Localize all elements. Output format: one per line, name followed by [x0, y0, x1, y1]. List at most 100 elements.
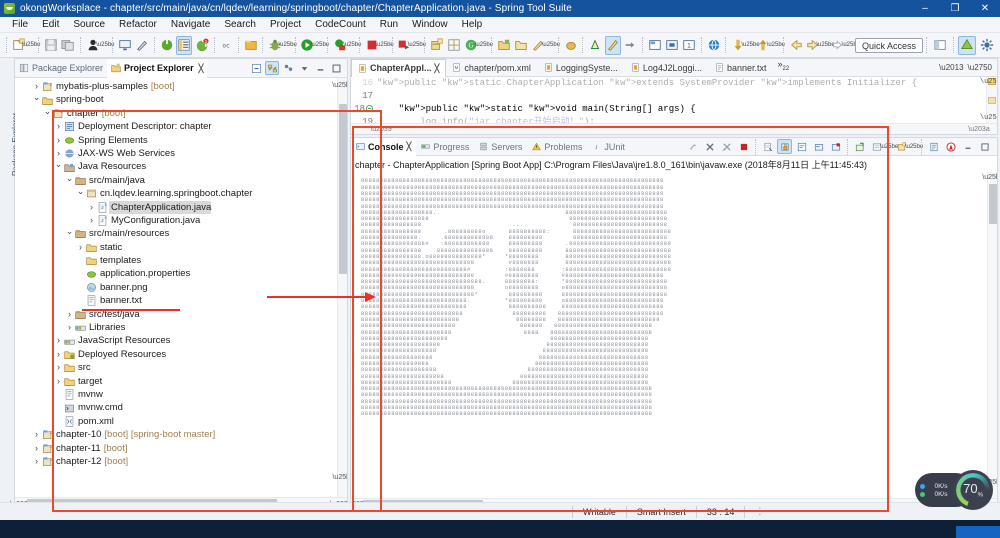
fold-toggle-icon[interactable] — [366, 105, 373, 112]
tree-item-spring-elements[interactable]: › Spring Elements — [15, 134, 347, 147]
twisty-collapsed-icon[interactable]: › — [54, 361, 63, 374]
tree-item-banner-png[interactable]: banner.png — [15, 281, 347, 294]
external-tools-icon[interactable] — [243, 36, 258, 55]
menu-item-help[interactable]: Help — [455, 17, 490, 33]
show-console-on-output-icon[interactable] — [811, 139, 826, 154]
oc-icon[interactable]: oc — [219, 36, 234, 55]
tab-console[interactable]: Console ╳ — [351, 138, 417, 156]
remove-launch-icon[interactable] — [702, 139, 717, 154]
menu-item-refactor[interactable]: Refactor — [112, 17, 164, 33]
editor-tab-loggingsystem[interactable]: LoggingSyste... — [538, 59, 625, 77]
open-folder-icon[interactable] — [496, 36, 511, 55]
menu-item-run[interactable]: Run — [373, 17, 405, 33]
tree-item-deployment-descriptor-chapter[interactable]: › Deployment Descriptor: chapter — [15, 120, 347, 133]
tree-item-libraries[interactable]: › Libraries — [15, 321, 347, 334]
new-package-icon[interactable] — [446, 36, 461, 55]
close-icon[interactable]: ╳ — [435, 64, 440, 73]
open-resource-icon[interactable] — [513, 36, 528, 55]
tree-item-static[interactable]: › static — [15, 241, 347, 254]
scroll-down-icon[interactable]: \u25bc — [980, 113, 997, 123]
tree-item-cn-lqdev-learning-springboot-chapter[interactable]: ⌄ cn.lqdev.learning.springboot.chapter — [15, 186, 347, 200]
editor-tab-log4j2logging[interactable]: Log4J2Loggi... — [625, 59, 709, 77]
scrollbar-thumb[interactable] — [989, 184, 997, 224]
tree-item-application-properties[interactable]: application.properties — [15, 267, 347, 280]
tree-item-chapter[interactable]: ⌄ Jchapter [boot] — [15, 106, 347, 120]
tree-item-src-test-java[interactable]: › src/test/java — [15, 308, 347, 321]
terminate-icon[interactable] — [736, 139, 751, 154]
maximize-icon[interactable]: \u2750 — [968, 63, 992, 72]
tree-item-pom-xml[interactable]: pom.xml — [15, 415, 347, 428]
tab-package-explorer[interactable]: Package Explorer — [15, 59, 107, 78]
next-annotation-icon[interactable] — [587, 36, 602, 55]
tree-item-mvnw[interactable]: mvnw — [15, 388, 347, 401]
link-with-editor-icon[interactable] — [265, 61, 279, 75]
editor-tab-overflow[interactable]: »22 — [774, 59, 794, 72]
scroll-left-icon[interactable]: \u2039 — [370, 124, 391, 135]
run-history-arrow[interactable]: \u25be — [311, 36, 329, 55]
twisty-collapsed-icon[interactable]: › — [54, 348, 63, 361]
network-monitor-widget[interactable]: 0K/s 0K/s 70% — [915, 470, 993, 510]
maximize-icon[interactable] — [329, 61, 343, 75]
last-edit-location-icon[interactable] — [604, 35, 621, 55]
previous-annotation-icon[interactable] — [623, 36, 638, 55]
tree-item-chapterapplication-java[interactable]: › J 5 ChapterApplication.java — [15, 200, 347, 214]
new-class-arrow[interactable]: \u25be — [475, 36, 493, 55]
new-java-project-icon[interactable] — [429, 36, 444, 55]
open-console-icon[interactable] — [852, 139, 867, 154]
tab-junit[interactable]: J JUnit — [587, 138, 630, 156]
twisty-expanded-icon[interactable]: ⌄ — [54, 158, 63, 171]
stop-dropdown-arrow[interactable]: \u25be — [375, 36, 393, 55]
editor-tab-pom-xml[interactable]: M chapter/pom.xml — [446, 59, 538, 77]
tree-item-templates[interactable]: templates — [15, 254, 347, 267]
menu-item-file[interactable]: File — [5, 17, 35, 33]
twisty-collapsed-icon[interactable]: › — [54, 375, 63, 388]
twisty-collapsed-icon[interactable]: › — [65, 321, 74, 334]
tree-item-src-main-java[interactable]: ⌄ src/main/java — [15, 172, 347, 187]
toggle-breadcrumb-icon[interactable] — [647, 36, 662, 55]
code-editor[interactable]: 16 17 18 19 "kw">public "kw">static Chapter… — [351, 77, 997, 123]
view-menu-icon[interactable] — [297, 61, 311, 75]
editor-horizontal-scrollbar[interactable]: \u2039 \u203a — [351, 123, 997, 134]
tree-item-javascript-resources[interactable]: › JavaScript Resources — [15, 334, 347, 347]
new-console-dropdown-arrow[interactable]: \u25be — [905, 138, 923, 156]
console-output[interactable]: 8888888888888888888888888888888888888888… — [351, 172, 997, 498]
save-all-icon[interactable] — [61, 36, 76, 55]
menu-item-project[interactable]: Project — [263, 17, 308, 33]
twisty-collapsed-icon[interactable]: › — [54, 334, 63, 347]
minimize-button[interactable]: – — [910, 0, 940, 17]
twisty-collapsed-icon[interactable]: › — [32, 442, 41, 455]
tree-item-mybatis-plus-samples[interactable]: › Jmybatis-plus-samples [boot] — [15, 80, 347, 93]
tab-progress[interactable]: Progress — [416, 138, 474, 156]
forward-dropdown-arrow[interactable]: \u25be — [816, 36, 834, 55]
download-dropdown-arrow[interactable]: \u25be — [741, 36, 759, 55]
search-dropdown-arrow[interactable]: \u25be — [542, 36, 560, 55]
java-ee-perspective-icon[interactable] — [978, 36, 996, 55]
open-console-icon[interactable] — [117, 36, 132, 55]
new-wizard-dropdown-arrow[interactable]: \u25be — [22, 36, 40, 55]
close-icon[interactable]: ╳ — [199, 64, 204, 73]
marker-icon[interactable] — [563, 36, 578, 55]
editor-tab-chapterapplication[interactable]: ChapterAppl... ╳ — [351, 58, 447, 77]
twisty-collapsed-icon[interactable]: › — [54, 120, 63, 133]
tree-item-chapter-12[interactable]: › Jchapter-12 [boot] — [15, 455, 347, 468]
collapse-all-icon[interactable] — [249, 61, 263, 75]
scroll-lock-icon[interactable] — [777, 139, 792, 154]
disable-breakpoint-icon[interactable] — [135, 36, 150, 55]
twisty-expanded-icon[interactable]: ⌄ — [65, 225, 74, 238]
debug-dropdown-arrow[interactable]: \u25be — [96, 36, 114, 55]
scroll-right-icon[interactable]: \u203a — [968, 124, 989, 135]
status-overflow-icon[interactable]: ⋮ — [744, 505, 775, 518]
spring-boot-dashboard-icon[interactable] — [176, 35, 193, 55]
tab-problems[interactable]: Problems — [527, 138, 587, 156]
twisty-expanded-icon[interactable]: ⌄ — [65, 172, 74, 185]
close-icon[interactable]: ╳ — [407, 142, 412, 151]
tree-item-mvnw-cmd[interactable]: mvnw.cmd — [15, 401, 347, 414]
debug-history-arrow[interactable]: \u25be — [278, 36, 296, 55]
spring-boot-restart-icon[interactable] — [159, 36, 174, 55]
maximize-button[interactable]: ❐ — [940, 0, 970, 17]
tree-item-deployed-resources[interactable]: › Deployed Resources — [15, 348, 347, 361]
save-icon[interactable] — [43, 36, 58, 55]
twisty-expanded-icon[interactable]: ⌄ — [32, 91, 41, 104]
clear-console-icon[interactable] — [760, 139, 775, 154]
spring-perspective-icon[interactable] — [958, 35, 976, 55]
